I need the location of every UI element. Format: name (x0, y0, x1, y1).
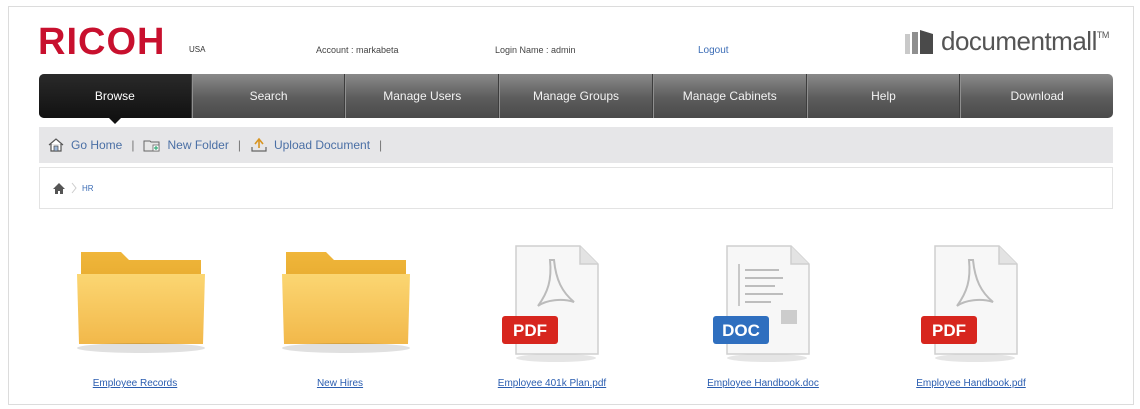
nav-tab-search[interactable]: Search (191, 74, 346, 118)
nav-tab-download[interactable]: Download (960, 74, 1113, 118)
upload-document-label: Upload Document (273, 138, 371, 152)
breadcrumb-chevron-icon (71, 182, 77, 194)
upload-icon (251, 137, 267, 152)
trademark: TM (1096, 30, 1110, 40)
toolbar-separator: | (131, 138, 135, 152)
nav-tab-manage-users[interactable]: Manage Users (345, 74, 500, 118)
login-name-info: Login Name : admin (495, 45, 576, 55)
go-home-button[interactable]: Go Home (47, 137, 122, 153)
home-outline-icon (48, 138, 64, 152)
nav-tab-help[interactable]: Help (806, 74, 961, 118)
item-name-link[interactable]: New Hires (260, 378, 420, 389)
item-name-link[interactable]: Employee Handbook.pdf (891, 378, 1051, 389)
brand-name: RICOH (38, 21, 166, 63)
toolbar-separator: | (379, 138, 383, 152)
toolbar-separator: | (237, 138, 241, 152)
upload-document-button[interactable]: Upload Document (250, 137, 370, 153)
svg-text:PDF: PDF (513, 321, 547, 340)
go-home-label: Go Home (71, 138, 123, 152)
item-name-link[interactable]: Employee Records (55, 378, 215, 389)
new-folder-label: New Folder (167, 138, 229, 152)
brand-region: USA (189, 45, 206, 54)
action-toolbar: Go Home | New Folder | Upload Document | (39, 127, 1113, 163)
svg-text:PDF: PDF (932, 321, 966, 340)
file-item[interactable]: DOC Employee Handbook.doc (683, 240, 843, 389)
breadcrumb: HR (39, 167, 1113, 209)
folder-item[interactable]: Employee Records (55, 240, 215, 389)
main-nav: Browse Search Manage Users Manage Groups Man… (39, 74, 1113, 124)
folder-item[interactable]: New Hires (260, 240, 420, 389)
pdf-file-icon[interactable]: PDF (891, 240, 1051, 372)
nav-tab-manage-cabinets[interactable]: Manage Cabinets (652, 74, 807, 118)
folder-icon[interactable] (260, 240, 420, 372)
pdf-file-icon[interactable]: PDF (472, 240, 632, 372)
item-name-link[interactable]: Employee Handbook.doc (683, 378, 843, 389)
item-name-link[interactable]: Employee 401k Plan.pdf (472, 378, 632, 389)
breadcrumb-current[interactable]: HR (82, 184, 94, 193)
product-name: documentmall (941, 26, 1097, 56)
folder-icon[interactable] (55, 240, 215, 372)
account-info: Account : markabeta (316, 45, 399, 55)
doc-file-icon[interactable]: DOC (683, 240, 843, 372)
file-item[interactable]: PDF Employee Handbook.pdf (891, 240, 1051, 389)
nav-tab-manage-groups[interactable]: Manage Groups (499, 74, 653, 118)
svg-text:DOC: DOC (722, 321, 760, 340)
new-folder-button[interactable]: New Folder (143, 137, 229, 153)
logout-link[interactable]: Logout (698, 45, 729, 56)
nav-tab-browse[interactable]: Browse (39, 74, 192, 124)
new-folder-icon (143, 140, 160, 152)
documentmall-logo-icon (905, 30, 933, 54)
home-icon[interactable] (52, 182, 66, 195)
file-item[interactable]: PDF Employee 401k Plan.pdf (472, 240, 632, 389)
